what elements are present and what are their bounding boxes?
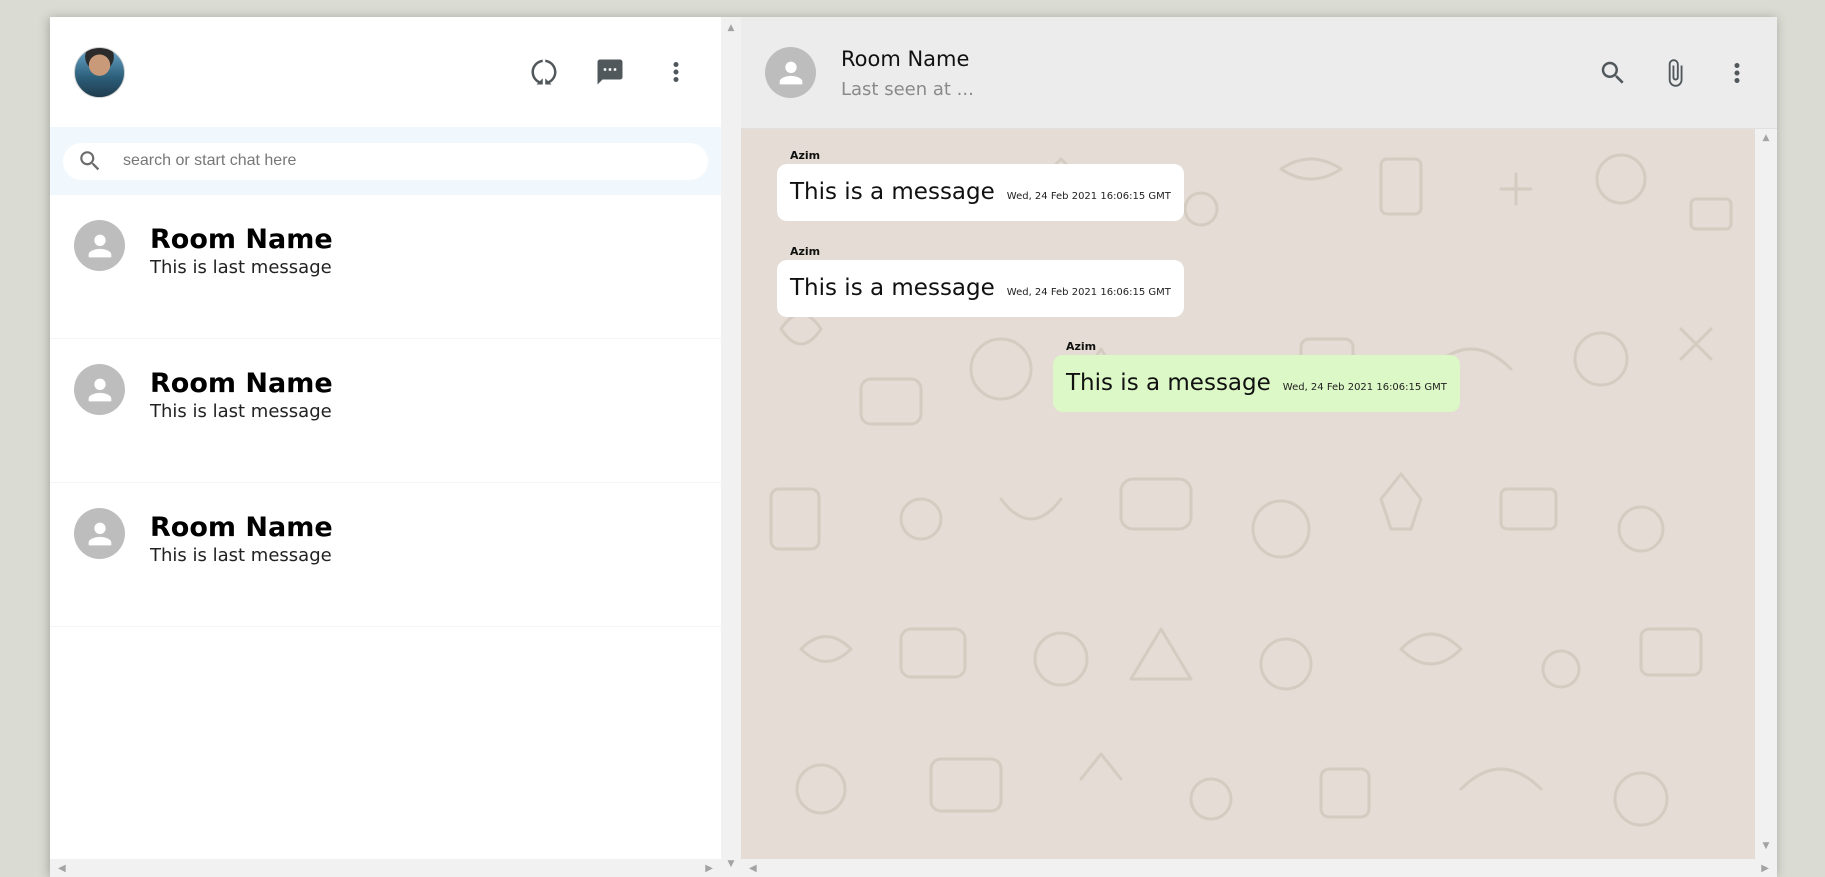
person-icon xyxy=(88,522,111,545)
more-vert-icon[interactable] xyxy=(660,56,692,88)
chat-list: Room Name This is last message Room Name… xyxy=(50,195,721,877)
chat-header-info: Room Name Last seen at ... xyxy=(841,45,1597,101)
message-bubble-sent[interactable]: This is a message Wed, 24 Feb 2021 16:06… xyxy=(1053,355,1460,412)
sidebar: Room Name This is last message Room Name… xyxy=(50,17,721,877)
search-input[interactable] xyxy=(123,152,708,170)
message: Azim This is a message Wed, 24 Feb 2021 … xyxy=(1053,338,1460,412)
message-sender: Azim xyxy=(1066,340,1097,353)
scroll-left-arrow[interactable]: ◀ xyxy=(749,863,757,874)
chat-body-wrap: Azim This is a message Wed, 24 Feb 2021 … xyxy=(741,129,1777,877)
sidebar-header-icons xyxy=(528,56,692,88)
room-avatar xyxy=(74,364,125,415)
search-icon[interactable] xyxy=(1597,57,1629,89)
last-message: This is last message xyxy=(150,401,332,422)
scroll-down-arrow[interactable]: ▼ xyxy=(1763,841,1770,851)
room-name: Room Name xyxy=(150,368,333,399)
chat-list-item[interactable]: Room Name This is last message xyxy=(50,195,721,339)
message-bubble[interactable]: This is a message Wed, 24 Feb 2021 16:06… xyxy=(777,164,1184,221)
last-message: This is last message xyxy=(150,545,332,566)
new-chat-icon[interactable] xyxy=(594,56,626,88)
message: Azim This is a message Wed, 24 Feb 2021 … xyxy=(777,243,1184,317)
last-message: This is last message xyxy=(150,257,332,278)
scroll-left-arrow[interactable]: ◀ xyxy=(58,863,66,874)
scroll-right-arrow[interactable]: ▶ xyxy=(1761,863,1769,874)
room-name: Room Name xyxy=(150,512,333,543)
sidebar-horizontal-scrollbar[interactable]: ◀ ▶ xyxy=(50,859,721,877)
chat-room-name: Room Name xyxy=(841,46,970,71)
room-avatar xyxy=(74,220,125,271)
chat-horizontal-scrollbar[interactable]: ◀ ▶ xyxy=(741,859,1777,877)
message-sender: Azim xyxy=(790,245,821,258)
person-icon xyxy=(88,378,111,401)
attach-icon[interactable] xyxy=(1659,57,1691,89)
scroll-down-arrow[interactable]: ▼ xyxy=(728,859,735,869)
message-text: This is a message xyxy=(790,275,995,301)
chat-list-item[interactable]: Room Name This is last message xyxy=(50,339,721,483)
chat-list-item[interactable]: Room Name This is last message xyxy=(50,483,721,627)
scroll-up-arrow[interactable]: ▲ xyxy=(728,23,735,33)
chat-info: Room Name This is last message xyxy=(150,223,333,279)
more-vert-icon[interactable] xyxy=(1721,57,1753,89)
sidebar-vertical-scrollbar[interactable]: ▲ ▼ xyxy=(721,17,741,877)
room-avatar xyxy=(74,508,125,559)
message: Azim This is a message Wed, 24 Feb 2021 … xyxy=(777,147,1184,221)
message-bubble[interactable]: This is a message Wed, 24 Feb 2021 16:06… xyxy=(777,260,1184,317)
chat-body: Azim This is a message Wed, 24 Feb 2021 … xyxy=(741,129,1755,859)
chat-info: Room Name This is last message xyxy=(150,511,333,567)
last-seen: Last seen at ... xyxy=(841,78,974,100)
chat-info: Room Name This is last message xyxy=(150,367,333,423)
chat-panel: Room Name Last seen at ... Azim This is … xyxy=(741,17,1777,877)
user-avatar[interactable] xyxy=(74,46,125,98)
chat-header: Room Name Last seen at ... xyxy=(741,17,1777,129)
app-window: Room Name This is last message Room Name… xyxy=(50,17,1777,877)
chat-header-icons xyxy=(1597,57,1753,89)
message-text: This is a message xyxy=(790,179,995,205)
scroll-up-arrow[interactable]: ▲ xyxy=(1763,133,1770,143)
scroll-right-arrow[interactable]: ▶ xyxy=(705,863,713,874)
wallpaper-doodles xyxy=(769,153,1733,827)
person-icon xyxy=(88,234,111,257)
person-icon xyxy=(779,61,802,84)
message-timestamp: Wed, 24 Feb 2021 16:06:15 GMT xyxy=(1006,287,1171,298)
message-timestamp: Wed, 24 Feb 2021 16:06:15 GMT xyxy=(1282,382,1447,393)
search-icon xyxy=(80,151,100,171)
status-icon[interactable] xyxy=(528,56,560,88)
room-name: Room Name xyxy=(150,224,333,255)
search-box[interactable] xyxy=(63,142,708,180)
chat-vertical-scrollbar[interactable]: ▲ ▼ xyxy=(1755,129,1777,859)
message-timestamp: Wed, 24 Feb 2021 16:06:15 GMT xyxy=(1006,191,1171,202)
room-avatar[interactable] xyxy=(765,47,816,98)
message-sender: Azim xyxy=(790,149,821,162)
sidebar-header xyxy=(50,17,721,127)
search-bar xyxy=(50,127,721,195)
message-text: This is a message xyxy=(1066,370,1271,396)
